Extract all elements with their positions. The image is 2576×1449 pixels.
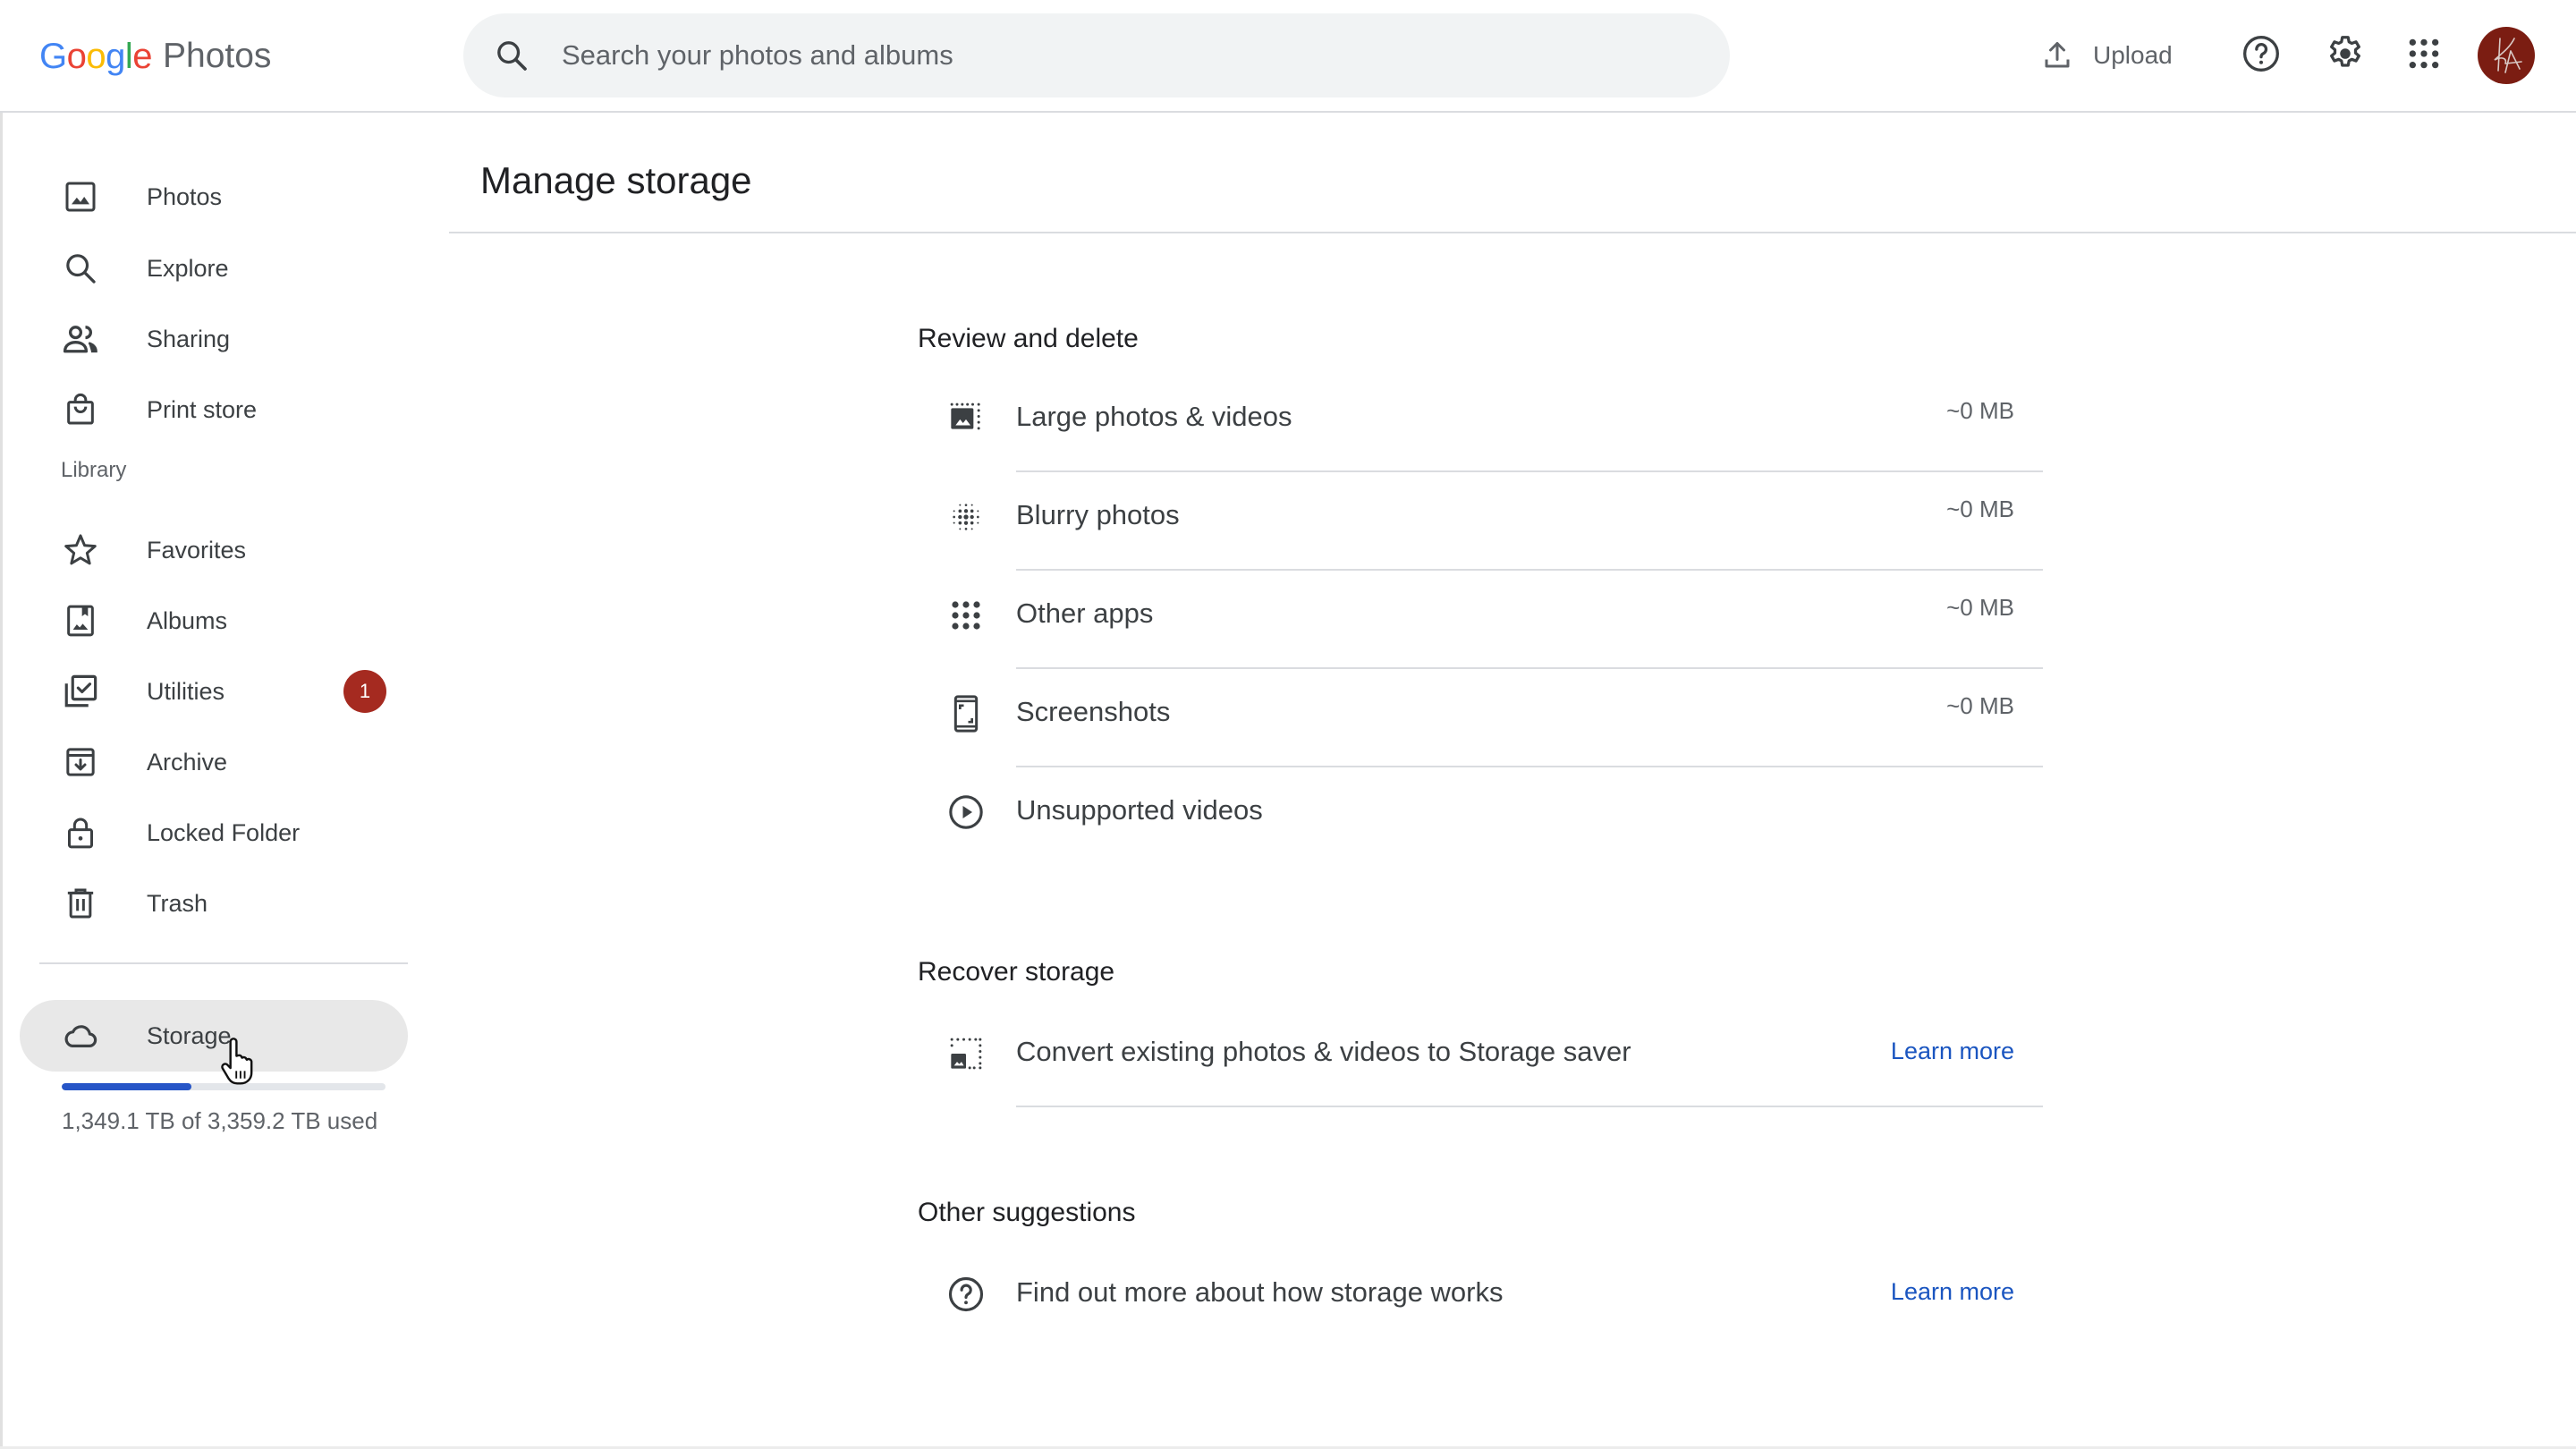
logo-letter: e <box>132 36 153 76</box>
notification-badge: 1 <box>343 670 386 713</box>
upload-icon <box>2045 42 2070 68</box>
settings-button[interactable] <box>2322 30 2368 77</box>
storage-usage-text: 1,349.1 TB of 3,359.2 TB used <box>62 1107 378 1134</box>
logo-letter: o <box>86 36 106 76</box>
logo-letter: g <box>106 36 125 76</box>
row-size-value: ~0 MB <box>1946 692 2014 719</box>
album-icon <box>61 601 100 640</box>
screenshot-icon <box>946 694 986 733</box>
row-label: Screenshots <box>1016 696 1171 727</box>
sidebar-item-label: Albums <box>147 606 228 634</box>
apps-grid-icon <box>2409 38 2439 69</box>
product-name: Photos <box>163 37 272 75</box>
row-how-storage-works[interactable]: Find out more about how storage works Le… <box>918 1250 2043 1348</box>
library-section-label: Library <box>61 458 127 482</box>
row-blurry-photos[interactable]: Blurry photos ~0 MB <box>918 472 2043 571</box>
sidebar-item-albums[interactable]: Albums <box>20 589 406 653</box>
search-icon <box>61 249 100 288</box>
sidebar-item-label: Trash <box>147 889 208 917</box>
star-icon <box>61 530 100 570</box>
sidebar-divider <box>39 962 408 964</box>
page-title: Manage storage <box>480 159 752 201</box>
upload-button[interactable]: Upload <box>2041 25 2173 86</box>
utilities-icon <box>61 672 100 711</box>
lock-icon <box>61 813 100 852</box>
sidebar-item-archive[interactable]: Archive <box>20 730 406 794</box>
sidebar-item-label: Archive <box>147 748 228 775</box>
top-app-bar: Google Photos Upload <box>0 0 2576 113</box>
sidebar-item-photos[interactable]: Photos <box>20 165 406 229</box>
search-bar[interactable] <box>463 13 1730 97</box>
photo-icon <box>61 177 100 216</box>
section-title-recover-storage: Recover storage <box>918 957 1115 987</box>
sidebar-item-label: Favorites <box>147 536 247 564</box>
row-size-value: ~0 MB <box>1946 397 2014 424</box>
row-label: Unsupported videos <box>1016 794 1263 826</box>
row-label: Other apps <box>1016 597 1154 629</box>
row-divider <box>1016 1106 2043 1107</box>
help-button[interactable] <box>2238 30 2284 77</box>
sidebar-item-favorites[interactable]: Favorites <box>20 518 406 582</box>
logo-letter: G <box>39 36 67 76</box>
row-label: Find out more about how storage works <box>1016 1276 1504 1308</box>
section-title-other-suggestions: Other suggestions <box>918 1198 1136 1227</box>
sidebar-item-label: Print store <box>147 395 258 423</box>
storage-usage-fill <box>62 1083 192 1090</box>
large-photo-icon <box>946 399 986 438</box>
apps-grid-icon <box>946 596 986 635</box>
shopping-bag-icon <box>61 390 100 429</box>
help-circle-icon <box>946 1275 986 1314</box>
learn-more-link[interactable]: Learn more <box>1891 1038 2014 1065</box>
upload-label: Upload <box>2093 41 2173 69</box>
search-input[interactable] <box>562 30 1680 81</box>
sidebar-item-explore[interactable]: Explore <box>20 236 406 301</box>
logo-letter: o <box>66 36 87 76</box>
row-large-photos-videos[interactable]: Large photos & videos ~0 MB <box>918 374 2043 472</box>
row-unsupported-videos[interactable]: Unsupported videos <box>918 767 2043 866</box>
sidebar-item-sharing[interactable]: Sharing <box>20 307 406 371</box>
row-other-apps[interactable]: Other apps ~0 MB <box>918 571 2043 669</box>
row-label: Blurry photos <box>1016 499 1180 530</box>
people-icon <box>61 319 100 359</box>
google-wordmark: Google <box>39 36 153 77</box>
sidebar-item-print-store[interactable]: Print store <box>20 377 406 442</box>
archive-icon <box>61 742 100 782</box>
sidebar-item-label: Utilities <box>147 677 225 705</box>
row-label: Large photos & videos <box>1016 401 1292 432</box>
account-avatar[interactable] <box>2478 27 2535 84</box>
sidebar-item-label: Sharing <box>147 325 231 352</box>
cloud-icon <box>61 1016 100 1055</box>
row-label: Convert existing photos & videos to Stor… <box>1016 1036 1631 1067</box>
trash-icon <box>61 884 100 923</box>
sidebar-item-storage[interactable]: Storage <box>20 1000 408 1072</box>
google-apps-button[interactable] <box>2401 30 2447 77</box>
play-circle-icon <box>946 792 986 832</box>
avatar-monogram <box>2494 38 2522 73</box>
logo-letter: l <box>124 36 133 76</box>
row-screenshots[interactable]: Screenshots ~0 MB <box>918 669 2043 767</box>
sidebar-item-utilities[interactable]: Utilities 1 <box>20 659 406 724</box>
sidebar-item-label: Photos <box>147 182 223 210</box>
title-divider <box>449 232 2576 233</box>
section-title-review-and-delete: Review and delete <box>918 324 1139 353</box>
sidebar-item-locked-folder[interactable]: Locked Folder <box>20 801 406 865</box>
gear-icon <box>2330 36 2360 67</box>
help-circle-icon <box>2243 36 2279 72</box>
sidebar-item-label: Locked Folder <box>147 818 301 846</box>
storage-saver-icon <box>946 1034 986 1073</box>
navigation-drawer: Photos Explore Sharing Print store Libra… <box>0 114 429 1438</box>
blur-icon <box>946 497 986 537</box>
learn-more-link[interactable]: Learn more <box>1891 1278 2014 1306</box>
google-photos-logo[interactable]: Google Photos <box>39 32 271 80</box>
row-size-value: ~0 MB <box>1946 496 2014 522</box>
search-icon[interactable] <box>494 38 530 73</box>
row-size-value: ~0 MB <box>1946 594 2014 621</box>
hand-pointer-cursor <box>221 1038 253 1085</box>
row-convert-storage-saver[interactable]: Convert existing photos & videos to Stor… <box>918 1009 2043 1107</box>
sidebar-item-trash[interactable]: Trash <box>20 871 406 936</box>
sidebar-item-label: Explore <box>147 254 229 282</box>
